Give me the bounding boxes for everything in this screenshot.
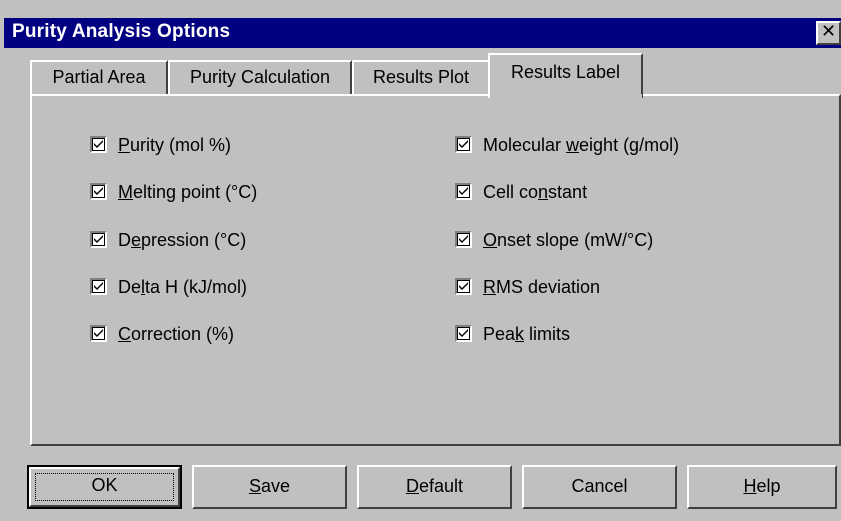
checkbox-box[interactable] xyxy=(90,278,107,295)
default-button[interactable]: Default xyxy=(357,465,512,509)
checkbox-box[interactable] xyxy=(90,183,107,200)
button-label: Cancel xyxy=(571,476,628,496)
option-label: Cell constant xyxy=(483,182,588,202)
option-label: Delta H (kJ/mol) xyxy=(118,277,248,297)
checkmark-icon xyxy=(459,235,468,243)
checkmark-icon xyxy=(94,140,103,148)
cancel-button[interactable]: Cancel xyxy=(522,465,677,509)
button-label: OK xyxy=(91,475,118,495)
option-label: Correction (%) xyxy=(118,324,235,344)
option-label: Melting point (°C) xyxy=(118,182,258,202)
tab-results-plot[interactable]: Results Plot xyxy=(352,60,490,94)
option-label: Molecular weight (g/mol) xyxy=(483,135,680,155)
checkbox-box[interactable] xyxy=(455,231,472,248)
tab-purity-calculation[interactable]: Purity Calculation xyxy=(168,60,352,94)
window-title: Purity Analysis Options xyxy=(12,21,231,42)
close-button[interactable]: ✕ xyxy=(816,21,841,45)
close-icon: ✕ xyxy=(820,21,837,42)
checkbox-box[interactable] xyxy=(455,325,472,342)
tab-partial-area[interactable]: Partial Area xyxy=(30,60,168,94)
checkbox-box[interactable] xyxy=(90,136,107,153)
checkmark-icon xyxy=(459,282,468,290)
checkbox-box[interactable] xyxy=(455,136,472,153)
active-tab-joint xyxy=(490,94,642,98)
checkbox-box[interactable] xyxy=(90,325,107,342)
button-label: Default xyxy=(405,476,464,496)
title-bar[interactable]: Purity Analysis Options ✕ xyxy=(4,18,841,48)
tab-label: Results Label xyxy=(510,62,621,82)
checkmark-icon xyxy=(459,329,468,337)
tab-label: Purity Calculation xyxy=(189,67,331,87)
ok-button[interactable]: OK xyxy=(27,465,182,509)
checkmark-icon xyxy=(459,140,468,148)
tab-results-label[interactable]: Results Label xyxy=(488,53,643,98)
button-label: Help xyxy=(743,476,781,496)
checkmark-icon xyxy=(459,187,468,195)
checkmark-icon xyxy=(94,187,103,195)
option-label: Depression (°C) xyxy=(118,230,247,250)
option-label: Purity (mol %) xyxy=(118,135,232,155)
option-label: Onset slope (mW/°C) xyxy=(483,230,654,250)
tab-label: Results Plot xyxy=(372,67,470,87)
option-label: RMS deviation xyxy=(483,277,601,297)
checkmark-icon xyxy=(94,282,103,290)
tab-label: Partial Area xyxy=(52,67,146,87)
checkbox-box[interactable] xyxy=(90,231,107,248)
checkmark-icon xyxy=(94,329,103,337)
checkbox-box[interactable] xyxy=(455,183,472,200)
checkbox-box[interactable] xyxy=(455,278,472,295)
checkmark-icon xyxy=(94,235,103,243)
save-button[interactable]: Save xyxy=(192,465,347,509)
help-button[interactable]: Help xyxy=(687,465,837,509)
button-label: Save xyxy=(248,476,291,496)
dialog-window: Purity Analysis Options ✕ Partial Area P… xyxy=(0,0,841,521)
option-label: Peak limits xyxy=(483,324,571,344)
